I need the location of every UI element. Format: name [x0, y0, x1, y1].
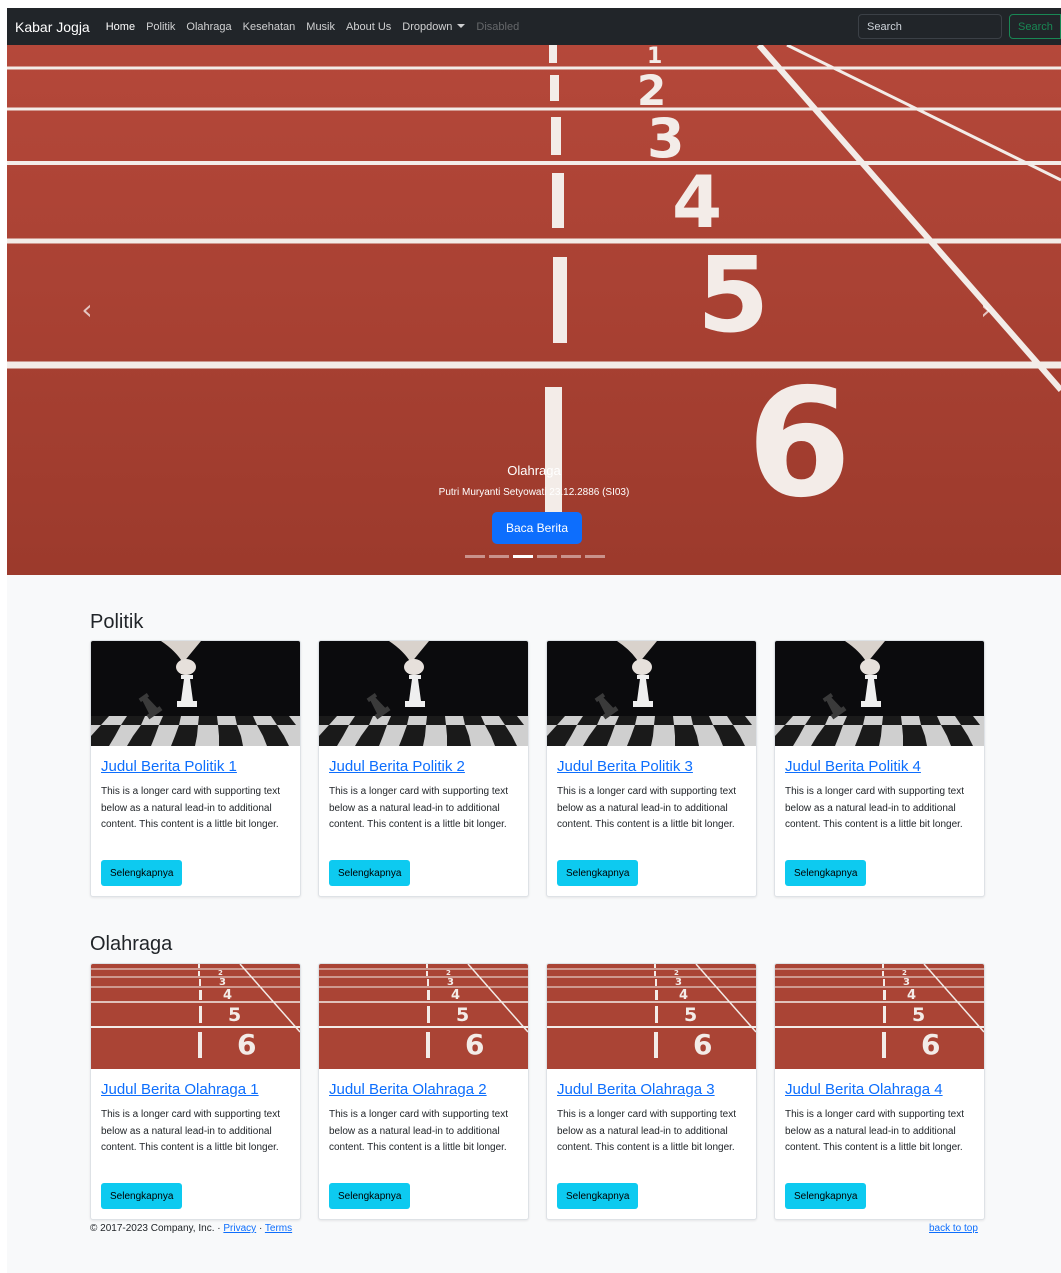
card-text: This is a longer card with supporting te…	[785, 1109, 964, 1153]
card-text: This is a longer card with supporting te…	[785, 786, 964, 830]
chess-image	[775, 641, 984, 746]
svg-text:6: 6	[747, 357, 851, 531]
nav-link-politik[interactable]: Politik	[146, 21, 175, 33]
carousel-next-button[interactable]: ›	[971, 295, 1001, 325]
section-title-politik: Politik	[90, 611, 144, 633]
card-text: This is a longer card with supporting te…	[101, 786, 280, 830]
chess-image	[319, 641, 528, 746]
brand-logo[interactable]: Kabar Jogja	[15, 19, 90, 35]
news-card: Judul Berita Olahraga 4 This is a longer…	[774, 963, 985, 1220]
nav-link-about-us[interactable]: About Us	[346, 21, 391, 33]
read-more-button[interactable]: Selengkapnya	[101, 1183, 183, 1209]
card-title-link[interactable]: Judul Berita Politik 1	[101, 758, 237, 775]
dropdown-label: Dropdown	[402, 20, 453, 33]
read-more-button[interactable]: Selengkapnya	[329, 1183, 411, 1209]
carousel-indicator-2[interactable]	[489, 555, 509, 558]
card-text: This is a longer card with supporting te…	[101, 1109, 280, 1153]
card-title-link[interactable]: Judul Berita Olahraga 3	[557, 1081, 715, 1098]
nav-link-kesehatan[interactable]: Kesehatan	[243, 21, 296, 33]
search-button[interactable]: Search	[1009, 14, 1061, 39]
carousel-prev-button[interactable]: ‹	[72, 295, 102, 325]
read-more-button[interactable]: Selengkapnya	[557, 1183, 639, 1209]
search-input[interactable]	[858, 14, 1002, 39]
card-title-link[interactable]: Judul Berita Olahraga 4	[785, 1081, 943, 1098]
back-to-top-link[interactable]: back to top	[929, 1223, 978, 1234]
footer-copyright: © 2017-2023 Company, Inc. · Privacy · Te…	[90, 1223, 292, 1234]
chevron-right-icon: ›	[980, 293, 992, 326]
card-text: This is a longer card with supporting te…	[557, 786, 736, 830]
navbar: Kabar Jogja Home Politik Olahraga Keseha…	[7, 8, 1061, 45]
read-more-button[interactable]: Selengkapnya	[101, 860, 183, 886]
carousel-indicator-1[interactable]	[465, 555, 485, 558]
running-track-image	[547, 964, 756, 1069]
card-text: This is a longer card with supporting te…	[557, 1109, 736, 1153]
news-card: Judul Berita Politik 4 This is a longer …	[774, 640, 985, 897]
footer-separator: ·	[256, 1223, 265, 1234]
carousel-caption-subtitle: Putri Muryanti Setyowati 23.12.2886 (SI0…	[438, 487, 630, 498]
card-text: This is a longer card with supporting te…	[329, 786, 508, 830]
carousel-indicator-6[interactable]	[585, 555, 605, 558]
card-title-link[interactable]: Judul Berita Politik 3	[557, 758, 693, 775]
chess-image	[547, 641, 756, 746]
read-more-button[interactable]: Selengkapnya	[329, 860, 411, 886]
card-title-link[interactable]: Judul Berita Politik 2	[329, 758, 465, 775]
carousel-indicators	[465, 555, 605, 558]
nav-link-dropdown[interactable]: Dropdown	[402, 20, 466, 33]
news-card: Judul Berita Politik 3 This is a longer …	[546, 640, 757, 897]
read-news-button[interactable]: Baca Berita	[492, 512, 582, 544]
section-title-olahraga: Olahraga	[90, 933, 173, 955]
chevron-left-icon: ‹	[81, 293, 93, 326]
news-card: Judul Berita Olahraga 3 This is a longer…	[546, 963, 757, 1220]
news-card: Judul Berita Politik 1 This is a longer …	[90, 640, 301, 897]
nav-link-musik[interactable]: Musik	[306, 21, 335, 33]
running-track-image	[775, 964, 984, 1069]
news-card: Judul Berita Olahraga 2 This is a longer…	[318, 963, 529, 1220]
card-text: This is a longer card with supporting te…	[329, 1109, 508, 1153]
running-track-image	[319, 964, 528, 1069]
page: Kabar Jogja Home Politik Olahraga Keseha…	[7, 8, 1061, 1273]
carousel-indicator-3[interactable]	[513, 555, 533, 558]
terms-link[interactable]: Terms	[265, 1223, 292, 1234]
nav-links: Home Politik Olahraga Kesehatan Musik Ab…	[106, 21, 520, 33]
read-more-button[interactable]: Selengkapnya	[785, 1183, 867, 1209]
news-card: Judul Berita Politik 2 This is a longer …	[318, 640, 529, 897]
svg-text:5: 5	[697, 234, 769, 356]
hero-carousel: 1 2 3 4 5 6 ‹ › Olahraga Putri Muryanti …	[7, 45, 1061, 575]
nav-link-disabled: Disabled	[476, 20, 520, 33]
running-track-image	[91, 964, 300, 1069]
caret-down-icon	[457, 23, 466, 28]
nav-link-home[interactable]: Home	[106, 21, 135, 33]
svg-text:4: 4	[672, 160, 722, 244]
read-more-button[interactable]: Selengkapnya	[785, 860, 867, 886]
privacy-link[interactable]: Privacy	[223, 1223, 256, 1234]
card-title-link[interactable]: Judul Berita Olahraga 1	[101, 1081, 259, 1098]
carousel-indicator-4[interactable]	[537, 555, 557, 558]
chess-image	[91, 641, 300, 746]
card-title-link[interactable]: Judul Berita Olahraga 2	[329, 1081, 487, 1098]
carousel-indicator-5[interactable]	[561, 555, 581, 558]
read-more-button[interactable]: Selengkapnya	[557, 860, 639, 886]
nav-link-olahraga[interactable]: Olahraga	[186, 21, 231, 33]
card-title-link[interactable]: Judul Berita Politik 4	[785, 758, 921, 775]
news-card: Judul Berita Olahraga 1 This is a longer…	[90, 963, 301, 1220]
copyright-text: © 2017-2023 Company, Inc. ·	[90, 1223, 224, 1234]
carousel-caption-title: Olahraga	[507, 463, 561, 478]
